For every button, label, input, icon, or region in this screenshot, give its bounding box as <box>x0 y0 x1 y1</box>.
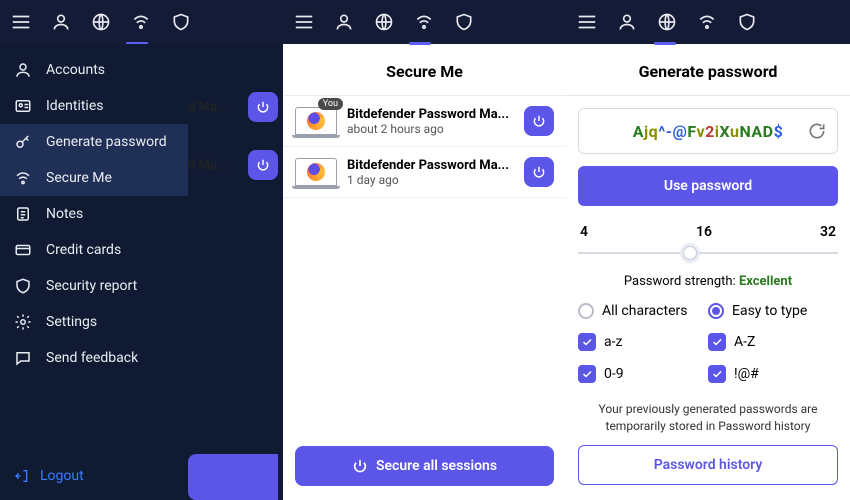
shield-icon[interactable] <box>453 11 475 33</box>
chat-icon <box>14 349 32 367</box>
option-easy-to-type[interactable]: Easy to type <box>708 303 838 319</box>
sidebar-item-label: Send feedback <box>46 350 138 366</box>
slider-min: 4 <box>580 224 588 240</box>
session-time: about 2 hours ago <box>347 122 514 136</box>
session-row[interactable]: You Bitdefender Password Ma... about 2 h… <box>283 96 566 147</box>
sidebar-item-secure-me[interactable]: Secure Me <box>0 160 188 196</box>
globe-icon[interactable] <box>373 11 395 33</box>
user-icon <box>14 61 32 79</box>
hamburger-icon[interactable] <box>10 11 32 33</box>
gear-icon <box>14 313 32 331</box>
you-badge: You <box>318 98 343 110</box>
history-note: Your previously generated passwords are … <box>578 401 838 435</box>
password-history-button[interactable]: Password history <box>578 445 838 485</box>
peek-row: d Ma... <box>188 150 278 180</box>
generated-password: Ajq^-@Fv2iXuNAD$ <box>578 108 838 154</box>
logout-label: Logout <box>40 468 84 484</box>
peek-text: d Ma... <box>188 100 228 115</box>
wifi-lock-icon[interactable] <box>413 11 435 33</box>
firefox-icon <box>307 112 325 130</box>
use-password-button[interactable]: Use password <box>578 166 838 206</box>
radio-icon <box>708 303 724 319</box>
sidebar-item-label: Identities <box>46 98 103 114</box>
checkbox-icon <box>708 333 726 351</box>
sidebar-item-label: Credit cards <box>46 242 121 258</box>
sidebar-item-label: Security report <box>46 278 137 294</box>
session-power-button[interactable] <box>524 157 554 187</box>
option-az[interactable]: a-z <box>578 333 708 351</box>
globe-icon[interactable] <box>656 11 678 33</box>
sidebar-item-accounts[interactable]: Accounts <box>0 52 188 88</box>
sidebar-item-label: Generate password <box>46 134 167 150</box>
device-laptop-icon <box>295 107 337 135</box>
option-all-characters[interactable]: All characters <box>578 303 708 319</box>
secure-icon <box>14 169 32 187</box>
globe-icon[interactable] <box>90 11 112 33</box>
id-card-icon <box>14 97 32 115</box>
slider-max: 32 <box>820 224 836 240</box>
page-title: Secure Me <box>283 44 566 96</box>
option-digits[interactable]: 0-9 <box>578 365 708 383</box>
use-password-label: Use password <box>664 178 752 194</box>
option-AZ[interactable]: A-Z <box>708 333 838 351</box>
refresh-icon[interactable] <box>807 121 827 141</box>
notes-icon <box>14 205 32 223</box>
card-icon <box>14 241 32 259</box>
wifi-lock-icon[interactable] <box>130 11 152 33</box>
sidebar-item-send-feedback[interactable]: Send feedback <box>0 340 188 376</box>
shield-icon <box>14 277 32 295</box>
wifi-lock-icon[interactable] <box>696 11 718 33</box>
session-time: 1 day ago <box>347 173 514 187</box>
sidebar-item-identities[interactable]: Identities <box>0 88 188 124</box>
secure-all-button[interactable]: Secure all sessions <box>295 446 554 486</box>
sidebar-item-notes[interactable]: Notes <box>0 196 188 232</box>
slider-value: 16 <box>696 224 712 240</box>
sidebar-item-credit-cards[interactable]: Credit cards <box>0 232 188 268</box>
peek-power-button[interactable] <box>248 92 278 122</box>
peek-text: d Ma... <box>188 158 228 173</box>
option-symbols[interactable]: !@# <box>708 365 838 383</box>
peek-row: d Ma... <box>188 92 278 122</box>
session-power-button[interactable] <box>524 106 554 136</box>
hamburger-icon[interactable] <box>576 11 598 33</box>
shield-icon[interactable] <box>170 11 192 33</box>
checkbox-icon <box>578 365 596 383</box>
checkbox-icon <box>578 333 596 351</box>
page-title: Generate password <box>566 44 850 96</box>
tab-underline <box>654 42 676 45</box>
session-name: Bitdefender Password Ma... <box>347 158 514 173</box>
password-strength: Password strength: Excellent <box>578 274 838 289</box>
sidebar-item-label: Accounts <box>46 62 105 78</box>
sidebar-item-label: Notes <box>46 206 83 222</box>
sidebar-item-label: Settings <box>46 314 97 330</box>
shield-icon[interactable] <box>736 11 758 33</box>
logout-icon <box>14 468 30 484</box>
peek-bottom-bar <box>188 454 278 500</box>
user-icon[interactable] <box>50 11 72 33</box>
user-icon[interactable] <box>333 11 355 33</box>
secure-all-label: Secure all sessions <box>376 458 497 474</box>
checkbox-icon <box>708 365 726 383</box>
power-icon <box>352 458 368 474</box>
radio-icon <box>578 303 594 319</box>
session-row[interactable]: Bitdefender Password Ma... 1 day ago <box>283 147 566 198</box>
sidebar-item-generate-password[interactable]: Generate password <box>0 124 188 160</box>
sidebar-item-security-report[interactable]: Security report <box>0 268 188 304</box>
sidebar-item-settings[interactable]: Settings <box>0 304 188 340</box>
logout-button[interactable]: Logout <box>14 468 84 484</box>
length-slider[interactable] <box>578 246 838 260</box>
key-icon <box>14 133 32 151</box>
user-icon[interactable] <box>616 11 638 33</box>
tab-underline <box>409 42 431 45</box>
sidebar-item-label: Secure Me <box>46 170 112 186</box>
device-laptop-icon <box>295 158 337 186</box>
peek-power-button[interactable] <box>248 150 278 180</box>
hamburger-icon[interactable] <box>293 11 315 33</box>
session-name: Bitdefender Password Ma... <box>347 107 514 122</box>
firefox-icon <box>307 163 325 181</box>
